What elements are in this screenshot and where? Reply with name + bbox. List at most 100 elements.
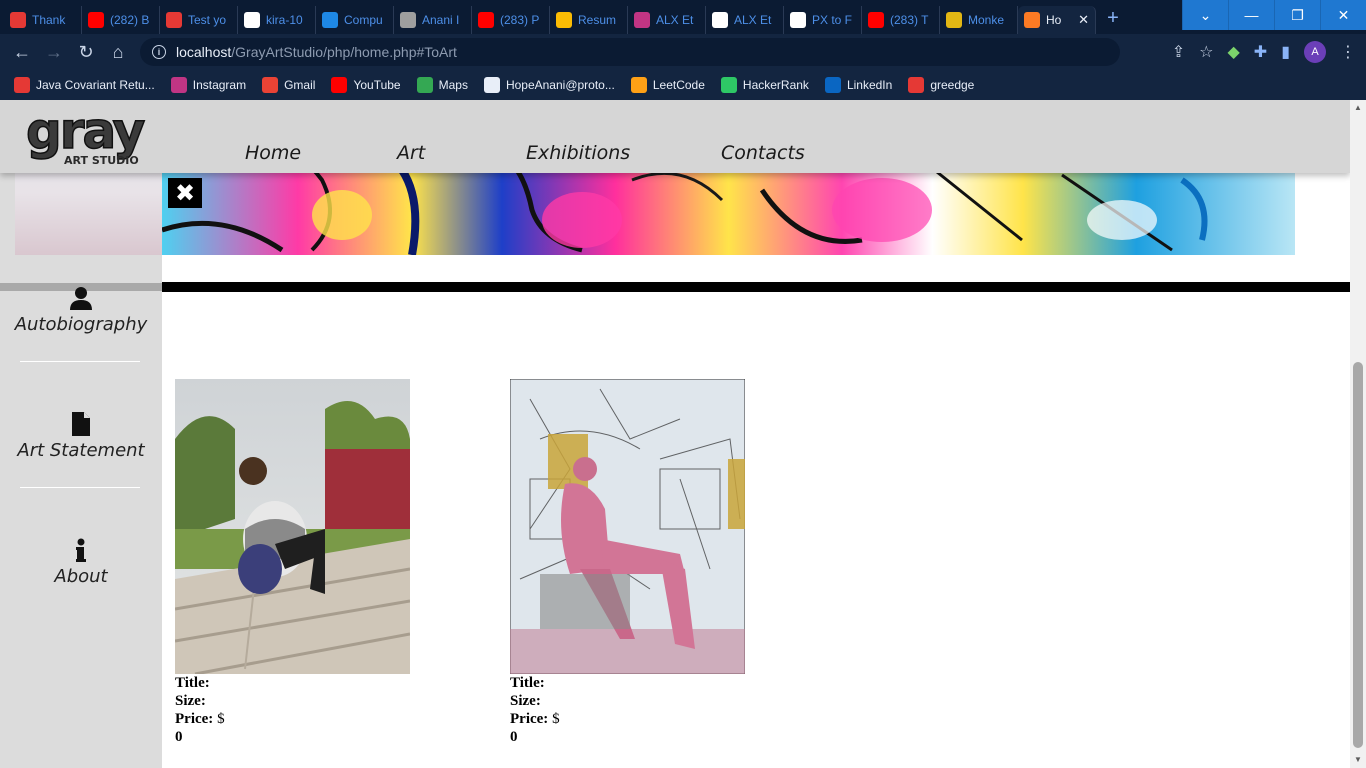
youtube-icon	[88, 12, 104, 28]
scroll-down-icon[interactable]: ▼	[1350, 752, 1366, 768]
bookmark-item[interactable]: greedge	[908, 77, 974, 93]
close-icon[interactable]: ✖	[168, 178, 202, 208]
close-window-icon[interactable]: ✕	[1320, 0, 1366, 30]
top-navbar: gray ART STUDIO Home Art Exhibitions Con…	[0, 100, 1350, 173]
browser-tab[interactable]: ALX Et	[706, 6, 784, 34]
extension-colorful-icon[interactable]: ◆	[1227, 42, 1239, 62]
browser-tab[interactable]: Resum	[550, 6, 628, 34]
tab-search-icon[interactable]: ⌄	[1182, 0, 1228, 30]
instagram-icon	[170, 77, 187, 93]
c-icon	[790, 12, 806, 28]
drive-icon	[556, 12, 572, 28]
close-tab-icon[interactable]: ✕	[1078, 12, 1089, 28]
bookmark-label: Instagram	[192, 78, 247, 92]
artwork-title-label: Title:	[175, 675, 210, 691]
artwork-price-label: Price:	[510, 711, 549, 727]
artwork-photo-portrait[interactable]	[175, 379, 410, 674]
bookmark-item[interactable]: Maps	[416, 77, 468, 93]
reload-icon[interactable]: ↻	[70, 42, 102, 63]
youtube-icon	[478, 12, 494, 28]
back-icon[interactable]: ←	[6, 42, 38, 63]
youtube-icon	[331, 77, 348, 93]
browser-tab[interactable]: (283) T	[862, 6, 940, 34]
restore-icon[interactable]: ❐	[1274, 0, 1320, 30]
bookmark-item[interactable]: LinkedIn	[824, 77, 893, 93]
bookmark-item[interactable]: HopeAnani@proto...	[483, 77, 615, 93]
monkey-icon	[946, 12, 962, 28]
artwork-currency: $	[552, 711, 560, 727]
artwork-details: Title: Size: Price: $ 0	[175, 674, 410, 746]
sidebar-label-art-statement: Art Statement	[17, 440, 145, 461]
web-page: Autobiography Art Statement About gray A…	[0, 100, 1366, 768]
sidebar-divider	[20, 361, 140, 362]
browser-tab[interactable]: Thank	[4, 6, 82, 34]
proton-icon	[483, 77, 500, 93]
sidebar-item-about[interactable]: About	[0, 538, 162, 587]
nav-home-link[interactable]: Home	[245, 142, 301, 164]
browser-tab[interactable]: Ho ✕	[1018, 6, 1096, 34]
bookmark-item[interactable]: Instagram	[170, 77, 247, 93]
bookmark-label: LinkedIn	[846, 78, 893, 92]
tab-title: kira-10	[266, 13, 303, 27]
browser-tab[interactable]: Compu	[316, 6, 394, 34]
bookmark-item[interactable]: Gmail	[262, 77, 315, 93]
browser-tab[interactable]: kira-10	[238, 6, 316, 34]
address-bar[interactable]: i localhost/GrayArtStudio/php/home.php#T…	[140, 38, 1120, 66]
bookmarks-bar: Java Covariant Retu... Instagram Gmail YouT…	[0, 70, 1366, 100]
share-icon[interactable]: ⇪	[1172, 42, 1185, 62]
browser-tab[interactable]: ALX Et	[628, 6, 706, 34]
artwork-price-value: 0	[175, 729, 183, 745]
notion-icon	[322, 12, 338, 28]
gmail-icon	[262, 77, 279, 93]
xampp-icon	[1024, 12, 1040, 28]
tab-title: ALX Et	[734, 13, 772, 27]
info-icon	[0, 538, 162, 562]
url-path: /GrayArtStudio/php/home.php#ToArt	[231, 44, 457, 60]
tab-title: (282) B	[110, 13, 150, 27]
sidebar-label-about: About	[54, 566, 108, 587]
profile-avatar[interactable]: A	[1304, 41, 1326, 63]
artwork-photo-sketch[interactable]	[510, 379, 745, 674]
side-panel-icon[interactable]: ▮	[1281, 42, 1290, 62]
g-icon	[166, 12, 182, 28]
artwork-price-value: 0	[510, 729, 518, 745]
bookmark-label: YouTube	[353, 78, 401, 92]
bookmark-star-icon[interactable]: ☆	[1199, 42, 1213, 62]
section-divider-bar	[162, 282, 1350, 292]
browser-tab[interactable]: (283) P	[472, 6, 550, 34]
gray-art-studio-logo[interactable]: gray ART STUDIO	[25, 101, 166, 170]
scroll-up-icon[interactable]: ▲	[1350, 100, 1366, 116]
sidebar-divider	[20, 487, 140, 488]
bookmark-item[interactable]: LeetCode	[630, 77, 705, 93]
bookmark-item[interactable]: YouTube	[331, 77, 401, 93]
tab-title: Resum	[578, 13, 617, 27]
site-info-icon[interactable]: i	[152, 45, 166, 59]
sidebar-item-autobiography[interactable]: Autobiography	[0, 286, 162, 335]
browser-tab[interactable]: (282) B	[82, 6, 160, 34]
minimize-icon[interactable]: —	[1228, 0, 1274, 30]
home-icon[interactable]: ⌂	[102, 42, 134, 63]
browser-tab[interactable]: Anani I	[394, 6, 472, 34]
triangle-icon	[14, 77, 30, 93]
bookmark-item[interactable]: HackerRank	[720, 77, 809, 93]
browser-tab[interactable]: PX to F	[784, 6, 862, 34]
extensions-puzzle-icon[interactable]: ✚	[1254, 42, 1267, 62]
tab-title: Test yo	[188, 13, 227, 27]
url-host: localhost	[176, 44, 232, 60]
nav-art-link[interactable]: Art	[397, 142, 425, 164]
nav-contacts-link[interactable]: Contacts	[721, 142, 805, 164]
browser-tab[interactable]: Test yo	[160, 6, 238, 34]
bookmark-item[interactable]: Java Covariant Retu...	[14, 77, 155, 93]
forward-icon[interactable]: →	[38, 42, 70, 63]
menu-kebab-icon[interactable]: ⋮	[1340, 42, 1356, 62]
svg-text:gray: gray	[26, 106, 145, 160]
new-tab-button[interactable]: +	[1096, 7, 1130, 30]
bookmark-label: greedge	[930, 78, 975, 92]
nav-exhibitions-link[interactable]: Exhibitions	[526, 142, 630, 164]
page-scrollbar[interactable]: ▲ ▼	[1350, 100, 1366, 768]
scrollbar-thumb[interactable]	[1353, 362, 1363, 748]
artwork-card[interactable]: Title: Size: Price: $ 0	[175, 379, 410, 746]
sidebar-item-art-statement[interactable]: Art Statement	[0, 412, 162, 461]
artwork-card[interactable]: Title: Size: Price: $ 0	[510, 379, 745, 746]
browser-tab[interactable]: Monke	[940, 6, 1018, 34]
